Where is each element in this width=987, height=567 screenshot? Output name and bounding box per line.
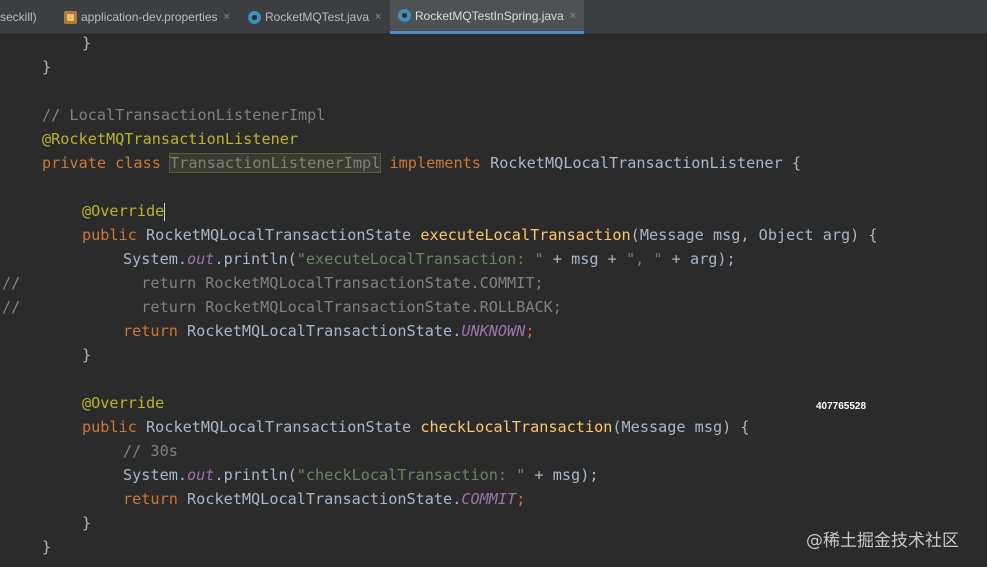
code-line: private class TransactionListenerImpl im… [42, 153, 801, 173]
gutter-comment-marker: // [2, 298, 21, 316]
code-line: return RocketMQLocalTransactionState.UNK… [123, 322, 535, 340]
tab-label: application-dev.properties [81, 10, 218, 24]
tab-application-dev-properties[interactable]: application-dev.properties × [64, 0, 230, 34]
code-line: } [42, 58, 52, 76]
code-line: } [82, 514, 92, 532]
tab-label: seckill) [0, 10, 37, 24]
tab-seckill[interactable]: seckill) [0, 0, 58, 34]
code-editor[interactable]: } } // LocalTransactionListenerImpl @Roc… [0, 34, 987, 567]
code-line: return RocketMQLocalTransactionState.COM… [123, 274, 544, 292]
code-line: } [82, 34, 92, 52]
code-line: return RocketMQLocalTransactionState.COM… [123, 490, 526, 508]
watermark: @稀土掘金技术社区 [806, 531, 959, 551]
tab-label: RocketMQTestInSpring.java [415, 8, 564, 23]
code-line: public RocketMQLocalTransactionState che… [82, 418, 750, 436]
java-class-icon [248, 10, 261, 24]
code-line: } [42, 538, 52, 556]
code-line: // 30s [123, 442, 178, 460]
close-icon[interactable]: × [224, 11, 230, 23]
code-line: return RocketMQLocalTransactionState.ROL… [123, 298, 562, 316]
code-line: // LocalTransactionListenerImpl [42, 106, 326, 124]
code-line: @Override [82, 394, 165, 412]
tab-rocketmq-test-in-spring[interactable]: RocketMQTestInSpring.java × [390, 0, 585, 34]
code-line: System.out.println("checkLocalTransactio… [123, 466, 599, 484]
java-class-icon [398, 9, 411, 22]
editor-tab-bar: seckill) application-dev.properties × Ro… [0, 0, 987, 34]
unused-class-name: TransactionListenerImpl [169, 153, 382, 173]
overlay-number: 407765528 [816, 401, 867, 412]
code-line: @RocketMQTransactionListener [42, 130, 299, 148]
code-line: @Override [82, 202, 166, 221]
code-line: public RocketMQLocalTransactionState exe… [82, 226, 878, 244]
gutter-comment-marker: // [2, 274, 21, 292]
code-line: System.out.println("executeLocalTransact… [123, 250, 736, 268]
tab-label: RocketMQTest.java [265, 10, 370, 24]
tab-rocketmq-test[interactable]: RocketMQTest.java × [248, 0, 381, 34]
close-icon[interactable]: × [375, 11, 381, 23]
code-line: } [82, 346, 92, 364]
properties-file-icon [64, 10, 77, 24]
close-icon[interactable]: × [570, 10, 576, 22]
text-cursor [164, 202, 166, 221]
